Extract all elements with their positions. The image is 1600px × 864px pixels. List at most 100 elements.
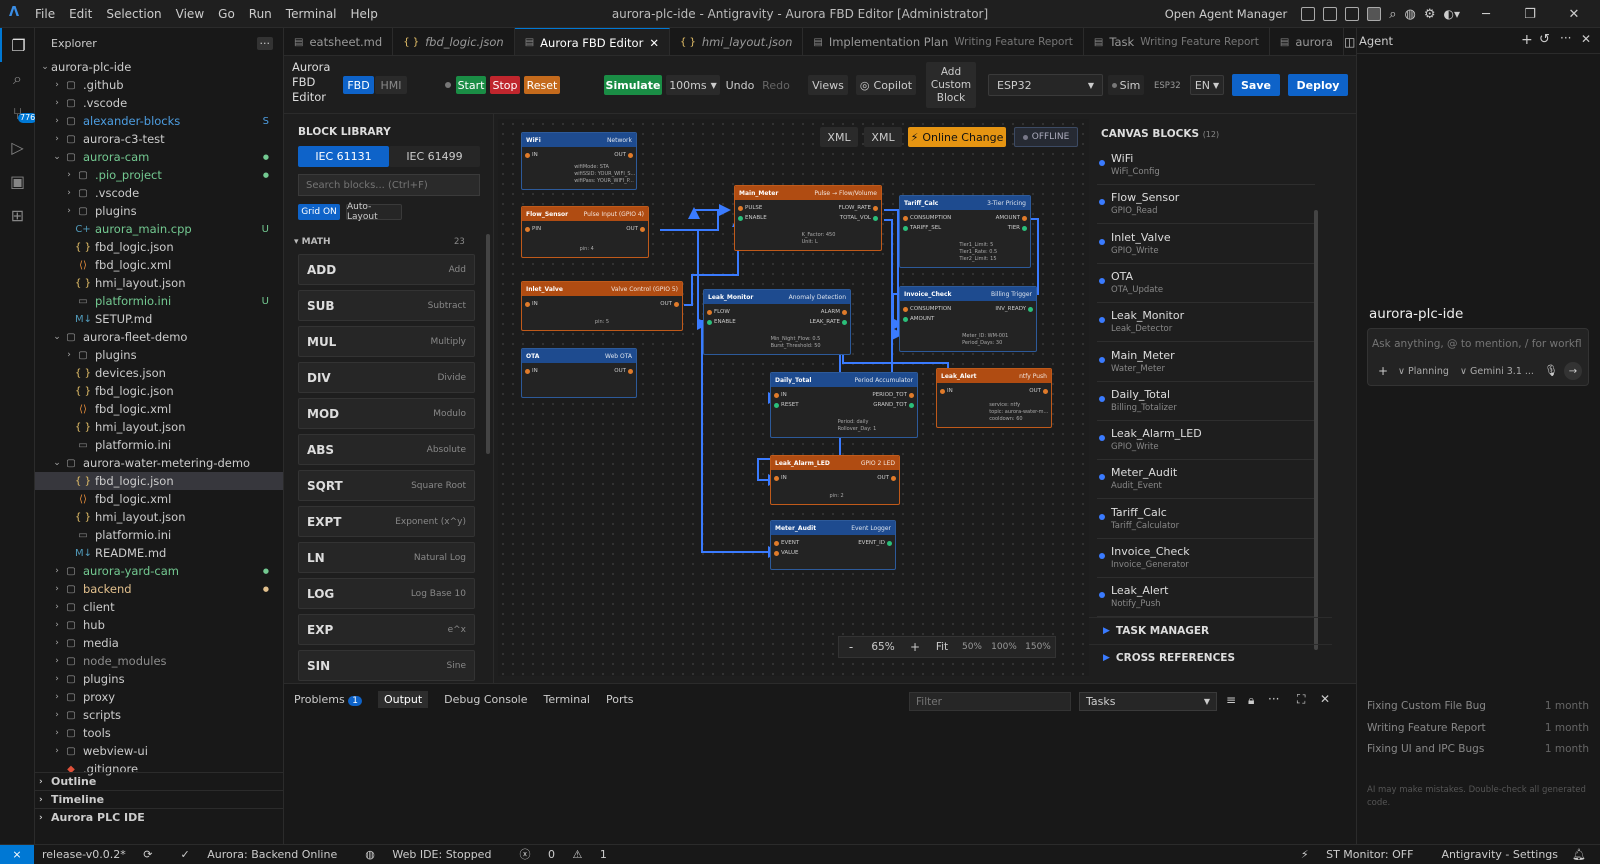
close-panel-icon[interactable]: ✕ [1320,692,1330,706]
fbd-block-led[interactable]: Leak_Alarm_LED GPIO 2 LED IN OUT pin: 2 [770,455,900,505]
new-chat-icon[interactable]: + [1521,32,1533,48]
task-manager-section[interactable]: ▶ TASK MANAGER [1089,617,1332,644]
input-pin[interactable]: IN [940,388,953,394]
split-editor-icon[interactable]: ◫ [1344,35,1355,49]
tree-file[interactable]: C+ aurora_main.cpp U [35,220,283,238]
menu-run[interactable]: Run [242,7,279,21]
output-pin[interactable]: EVENT_ID [858,540,892,546]
remote-explorer-icon[interactable]: ▣ [0,164,35,198]
input-pin[interactable]: VALUE [774,550,798,556]
library-scrollbar[interactable] [486,234,490,454]
tree-folder[interactable]: › ▢ .vscode [35,184,283,202]
library-block-sqrt[interactable]: SQRT Square Root [298,470,475,501]
zoom-100-button[interactable]: 100% [987,642,1021,652]
more-actions-icon[interactable]: ··· [1268,692,1279,706]
iec61499-tab[interactable]: IEC 61499 [389,146,480,167]
tree-folder[interactable]: › ▢ .github [35,76,283,94]
input-pin[interactable]: IN [774,475,787,481]
secondary-sidebar-icon[interactable] [1367,7,1382,21]
input-pin[interactable]: ENABLE [738,215,767,221]
agent-input[interactable] [1372,335,1582,353]
tree-folder[interactable]: › ▢ client [35,598,283,616]
output-pin[interactable]: OUT [626,226,645,232]
menu-help[interactable]: Help [344,7,385,21]
canvas-block-item[interactable]: Flow_Sensor GPIO_Read [1097,185,1315,225]
menu-go[interactable]: Go [211,7,242,21]
ports-tab[interactable]: Ports [606,693,634,706]
fbd-canvas[interactable]: XML XML ⚡ Online Change OFFLINE WiFi Netwo… [498,119,1093,676]
search-icon[interactable]: ⌕ [1389,7,1396,22]
add-context-icon[interactable]: + [1378,364,1388,378]
zoom-in-button[interactable]: + [903,640,927,654]
aurora-plc-ide-section[interactable]: › Aurora PLC IDE [35,808,283,826]
input-pin[interactable]: ENABLE [707,319,736,325]
tree-folder[interactable]: › ▢ plugins [35,346,283,364]
panel-toggle-icon[interactable] [1345,7,1360,21]
output-pin[interactable]: OUT [660,301,679,307]
web-ide-status[interactable]: ◍ Web IDE: Stopped [365,848,505,861]
agent-close-icon[interactable]: ✕ [1581,32,1591,46]
zoom-out-button[interactable]: - [839,640,863,654]
library-block-mul[interactable]: MUL Multiply [298,326,475,357]
library-block-sin[interactable]: SIN Sine [298,650,475,681]
fbd-block-wifi[interactable]: WiFi Network IN OUT wifiMode: STA wifiSSID: Y… [521,132,637,190]
output-pin[interactable]: OUT [1029,388,1048,394]
library-block-expt[interactable]: EXPT Exponent (x^y) [298,506,475,537]
model-select[interactable]: ∨ Gemini 3.1 ... [1460,366,1534,377]
output-pin[interactable]: TIER [1008,225,1027,231]
deploy-button[interactable]: Deploy [1288,74,1348,96]
output-pin[interactable]: TOTAL_VOL [840,215,878,221]
undo-button[interactable]: Undo [724,75,756,95]
add-custom-block-button[interactable]: Add Custom Block [926,62,976,108]
input-pin[interactable]: AMOUNT [903,316,934,322]
menu-view[interactable]: View [169,7,211,21]
source-control-icon[interactable]: ⑂ 776 [0,96,38,130]
output-pin[interactable]: LEAK_RATE [810,319,847,325]
explorer-icon[interactable]: ❐ [0,28,35,62]
lock-icon[interactable]: 🔒︎ [1248,693,1254,708]
fbd-block-daily[interactable]: Daily_Total Period Accumulator IN RESET PERI… [770,372,918,438]
gear-icon[interactable]: ⚙ [1424,7,1436,22]
online-change-button[interactable]: ⚡ Online Change [908,127,1006,147]
stop-button[interactable]: Stop [490,76,520,94]
globe-icon[interactable]: ◍ [1405,7,1416,22]
canvas-block-item[interactable]: OTA OTA_Update [1097,264,1315,303]
math-category-header[interactable]: ▾ MATH [294,237,331,247]
tab-0[interactable]: ▤ eatsheet.md [284,28,394,55]
maximize-button[interactable]: ❐ [1512,7,1548,22]
explorer-more-button[interactable]: ··· [256,36,273,50]
fbd-block-tariff[interactable]: Tariff_Calc 3-Tier Pricing CONSUMPTION TARI… [899,195,1031,268]
problems-status[interactable]: ⓧ 0 ⚠ 1 [519,846,620,862]
debug-console-tab[interactable]: Debug Console [444,693,527,706]
menu-terminal[interactable]: Terminal [279,7,344,21]
settings-status[interactable]: Antigravity - Settings [1441,848,1558,861]
hmi-mode-button[interactable]: HMI [375,76,407,94]
agent-history-item[interactable]: Fixing Custom File Bug 1 month [1367,700,1589,718]
tree-folder[interactable]: ⌄ aurora-plc-ide [35,58,283,76]
send-icon[interactable]: → [1564,362,1582,380]
input-pin[interactable]: CONSUMPTION [903,215,951,221]
outline-section[interactable]: › Outline [35,772,283,790]
fbd-block-main[interactable]: Main_Meter Pulse → Flow/Volume PULSE ENABLE… [734,185,882,251]
agent-history-item[interactable]: Fixing UI and IPC Bugs 1 month [1367,743,1589,761]
agent-history-item[interactable]: Writing Feature Report 1 month [1367,722,1589,740]
tree-folder[interactable]: › ▢ .vscode [35,94,283,112]
input-pin[interactable]: RESET [774,402,799,408]
tree-folder[interactable]: › ▢ hub [35,616,283,634]
tree-folder[interactable]: › ▢ node_modules [35,652,283,670]
canvas-block-item[interactable]: WiFi WiFi_Config [1097,146,1315,185]
input-pin[interactable]: CONSUMPTION [903,306,951,312]
tree-folder[interactable]: › ▢ webview-ui [35,742,283,760]
canvas-block-item[interactable]: Leak_Alert Notify_Push [1097,578,1315,618]
redo-button[interactable]: Redo [760,75,792,95]
tree-folder[interactable]: › ▢ scripts [35,706,283,724]
tree-file[interactable]: { } hmi_layout.json [35,418,283,436]
output-pin[interactable]: FLOW_RATE [839,205,878,211]
account-icon[interactable]: ◐▾ [1444,7,1461,21]
agent-more-icon[interactable]: ··· [1560,31,1571,45]
input-pin[interactable]: EVENT [774,540,799,546]
output-pin[interactable]: GRAND_TOT [873,402,914,408]
output-pin[interactable]: ALARM [821,309,847,315]
board-select[interactable]: ESP32 ▼ [988,74,1103,96]
output-pin[interactable]: INV_READY [995,306,1033,312]
